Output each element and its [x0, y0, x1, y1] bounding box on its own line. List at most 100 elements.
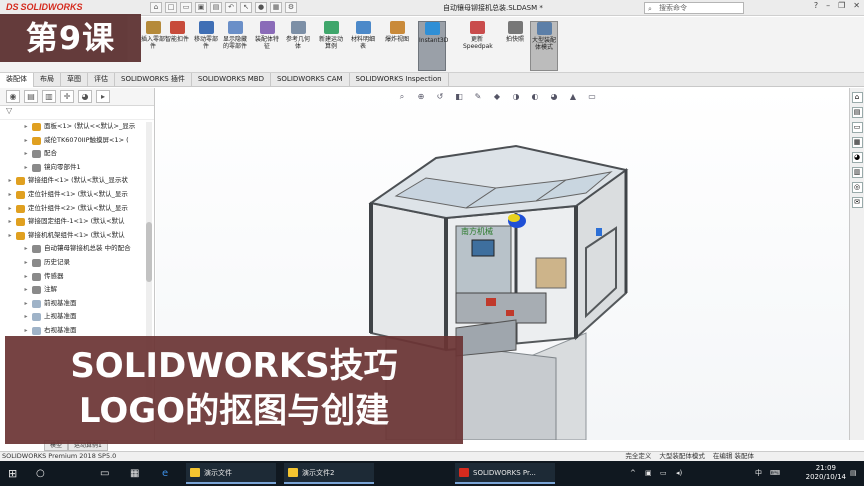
hide-show-items-icon[interactable]: ◐	[529, 91, 541, 102]
expand-arrow-icon[interactable]: ▸	[22, 310, 30, 324]
command-tab[interactable]: SOLIDWORKS CAM	[271, 73, 350, 87]
ribbon-button[interactable]: 拍快照	[501, 21, 529, 71]
zoom-to-area-icon[interactable]: ⊕	[415, 91, 427, 102]
ribbon-button[interactable]: 材料明细表	[349, 21, 377, 71]
command-tab[interactable]: 评估	[88, 73, 115, 87]
ribbon-button[interactable]: 爆炸视图	[383, 21, 411, 71]
expand-arrow-icon[interactable]: ▸	[22, 147, 30, 161]
expand-arrow-icon[interactable]: ▸	[22, 161, 30, 175]
forum-icon[interactable]: ✉	[851, 197, 863, 208]
new-file-icon[interactable]: □	[165, 2, 177, 13]
tree-item[interactable]: ▸ 面板<1> (默认<<默认>_显示	[0, 120, 154, 134]
command-tab[interactable]: 草图	[61, 73, 88, 87]
file-properties-icon[interactable]: ▦	[270, 2, 282, 13]
propertymanager-tab-icon[interactable]: ▤	[24, 90, 38, 103]
undo-icon[interactable]: ↶	[225, 2, 237, 13]
configurationmanager-tab-icon[interactable]: ▥	[42, 90, 56, 103]
select-icon[interactable]: ↖	[240, 2, 252, 13]
edit-appearance-icon[interactable]: ◕	[548, 91, 560, 102]
tree-item[interactable]: ▸ 上视基准面	[0, 310, 154, 324]
open-file-icon[interactable]: ▭	[180, 2, 192, 13]
dimxpert-tab-icon[interactable]: ✛	[60, 90, 74, 103]
command-tab[interactable]: SOLIDWORKS MBD	[192, 73, 271, 87]
close-icon[interactable]: ✕	[853, 1, 860, 10]
ribbon-button[interactable]: 参考几何体	[284, 21, 312, 71]
scrollbar-thumb[interactable]	[146, 222, 152, 282]
previous-view-icon[interactable]: ↺	[434, 91, 446, 102]
tree-item[interactable]: ▸ 传感器	[0, 270, 154, 284]
3dcontent-icon[interactable]: ◎	[851, 182, 863, 193]
view-palette-icon[interactable]: ▦	[851, 137, 863, 148]
search-commands-input[interactable]: ⌕ 搜索命令	[644, 2, 744, 14]
task-view-icon[interactable]: ▭	[100, 461, 109, 486]
tree-item[interactable]: ▸ 注解	[0, 283, 154, 297]
expand-arrow-icon[interactable]: ▸	[22, 242, 30, 256]
command-tab[interactable]: SOLIDWORKS Inspection	[350, 73, 449, 87]
calculator-icon[interactable]: ▦	[130, 461, 139, 486]
tree-item[interactable]: ▸ 铆接机机架组件<1> (默认<默认	[0, 229, 154, 243]
tree-item[interactable]: ▸ 定位针组件<1> (默认<默认_显示	[0, 188, 154, 202]
command-tab[interactable]: 布局	[34, 73, 61, 87]
ribbon-button[interactable]: 移动零部件	[192, 21, 220, 71]
command-tab[interactable]: SOLIDWORKS 插件	[115, 73, 192, 87]
notifications-icon[interactable]: ▤	[850, 461, 857, 486]
expand-arrow-icon[interactable]: ▸	[22, 283, 30, 297]
expand-arrow-icon[interactable]: ▸	[22, 270, 30, 284]
tree-item[interactable]: ▸ 定位针组件<2> (默认<默认_显示	[0, 202, 154, 216]
custom-properties-icon[interactable]: ▥	[851, 167, 863, 178]
display-style-icon[interactable]: ◑	[510, 91, 522, 102]
tree-item[interactable]: ▸ 铆接组件<1> (默认<默认_显示状	[0, 174, 154, 188]
tray-overflow-icon[interactable]: ^	[630, 461, 636, 486]
tree-item[interactable]: ▸ 历史记录	[0, 256, 154, 270]
file-explorer-icon[interactable]: ▭	[851, 122, 863, 133]
appearances-icon[interactable]: ◕	[851, 152, 863, 163]
expand-arrow-icon[interactable]: ▸	[22, 297, 30, 311]
expand-arrow-icon[interactable]: ▸	[6, 229, 14, 243]
cortana-search-icon[interactable]: ○	[36, 461, 45, 486]
expand-panel-icon[interactable]: ▸	[96, 90, 110, 103]
ribbon-button[interactable]: 大型装配体模式	[530, 21, 558, 71]
expand-arrow-icon[interactable]: ▸	[6, 174, 14, 188]
zoom-to-fit-icon[interactable]: ⌕	[396, 91, 408, 102]
rebuild-icon[interactable]: ●	[255, 2, 267, 13]
ribbon-button[interactable]: 智能扣件	[163, 21, 191, 71]
expand-arrow-icon[interactable]: ▸	[6, 188, 14, 202]
ime-indicator[interactable]: 中	[755, 461, 762, 486]
section-view-icon[interactable]: ◧	[453, 91, 465, 102]
system-clock[interactable]: 21:09 2020/10/14	[806, 464, 846, 482]
tree-item[interactable]: ▸ 威伦TK6070IIP触摸屏<1> (	[0, 134, 154, 148]
dynamic-annotation-icon[interactable]: ✎	[472, 91, 484, 102]
volume-icon[interactable]: ◂)	[676, 461, 682, 486]
network-icon[interactable]: ▣	[645, 461, 652, 486]
taskbar-app-button[interactable]: 演示文件	[186, 463, 276, 484]
tree-item[interactable]: ▸ 铆接固定组件-1<1> (默认<默认	[0, 215, 154, 229]
print-icon[interactable]: ▤	[210, 2, 222, 13]
windows-start-icon[interactable]: ⊞	[8, 461, 17, 486]
save-icon[interactable]: ▣	[195, 2, 207, 13]
minimize-icon[interactable]: –	[826, 1, 830, 10]
tree-filter[interactable]: ▽	[0, 106, 154, 120]
command-tab[interactable]: 装配体	[0, 73, 34, 87]
expand-arrow-icon[interactable]: ▸	[22, 134, 30, 148]
tree-item[interactable]: ▸ 配合	[0, 147, 154, 161]
apply-scene-icon[interactable]: ▲	[567, 91, 579, 102]
input-method-icon[interactable]: ⌨	[770, 461, 780, 486]
tree-item[interactable]: ▸ 自动镶母铆接机总装 中的配合	[0, 242, 154, 256]
view-orientation-icon[interactable]: ◆	[491, 91, 503, 102]
resources-icon[interactable]: ⌂	[851, 92, 863, 103]
solidworks-logo[interactable]: DS SOLIDWORKS	[6, 2, 83, 12]
tree-item[interactable]: ▸ 镜向零部件1	[0, 161, 154, 175]
featuremanager-tab-icon[interactable]: ◉	[6, 90, 20, 103]
expand-arrow-icon[interactable]: ▸	[6, 202, 14, 216]
ribbon-button[interactable]: 新建运动算例	[317, 21, 345, 71]
expand-arrow-icon[interactable]: ▸	[22, 256, 30, 270]
design-library-icon[interactable]: ▤	[851, 107, 863, 118]
tree-item[interactable]: ▸ 前视基准面	[0, 297, 154, 311]
taskbar-app-button[interactable]: 演示文件2	[284, 463, 374, 484]
expand-arrow-icon[interactable]: ▸	[6, 215, 14, 229]
ribbon-button[interactable]: 更新Speedpak	[463, 21, 493, 71]
restore-icon[interactable]: ❐	[838, 1, 845, 10]
expand-arrow-icon[interactable]: ▸	[22, 120, 30, 134]
options-icon[interactable]: ⚙	[285, 2, 297, 13]
edge-browser-icon[interactable]: e	[162, 461, 168, 486]
